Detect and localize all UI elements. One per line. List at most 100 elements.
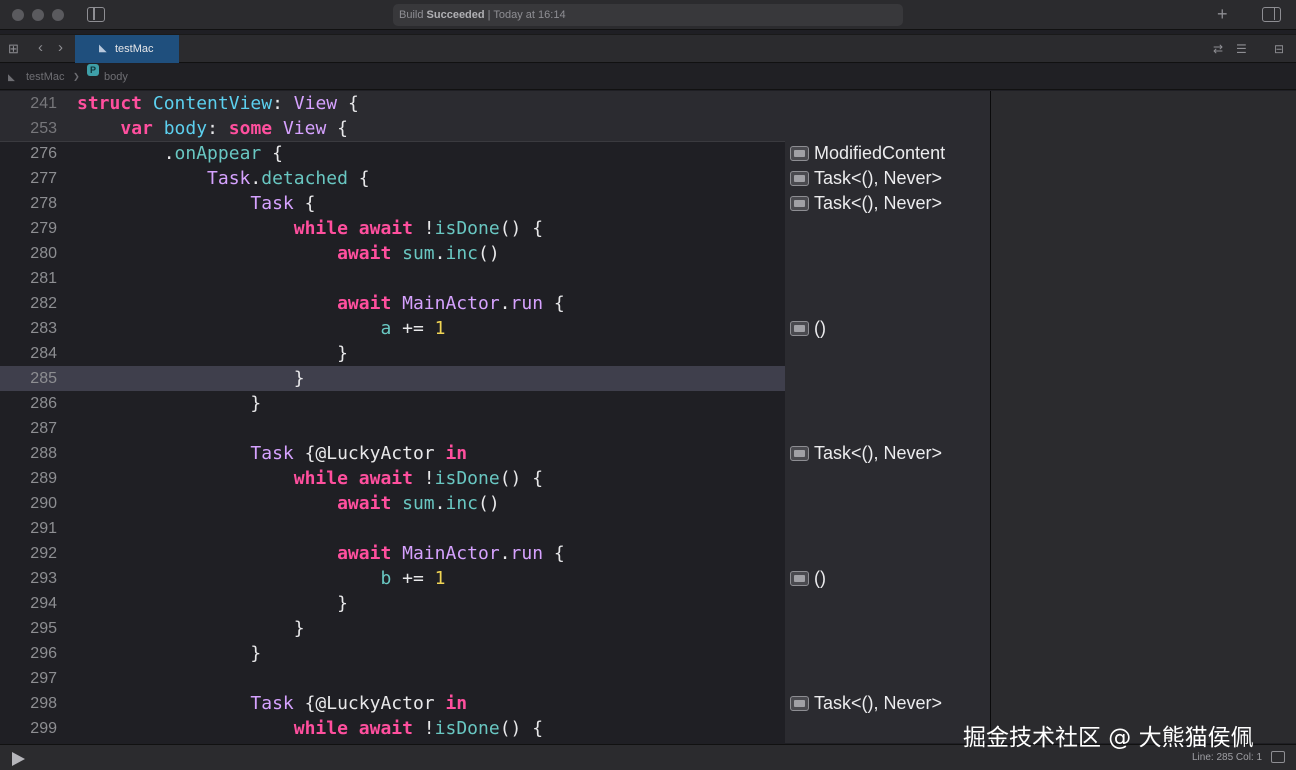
- line-number[interactable]: 290: [0, 491, 57, 516]
- sticky-line[interactable]: 253 var body: some View {: [0, 116, 990, 141]
- code-line[interactable]: 287: [0, 416, 785, 441]
- close-window-button[interactable]: [12, 9, 24, 21]
- line-number[interactable]: 298: [0, 691, 57, 716]
- inspector-toggle-icon[interactable]: [1262, 7, 1281, 22]
- code-token: in: [445, 693, 468, 714]
- line-number[interactable]: 289: [0, 466, 57, 491]
- code-line[interactable]: 298 Task {@LuckyActor in: [0, 691, 785, 716]
- line-number[interactable]: 276: [0, 141, 57, 166]
- code-token: 1: [434, 568, 446, 589]
- result-preview-icon[interactable]: [790, 171, 809, 186]
- line-number[interactable]: 297: [0, 666, 57, 691]
- code-line[interactable]: 291: [0, 516, 785, 541]
- line-number[interactable]: 281: [0, 266, 57, 291]
- code-token: () {: [499, 218, 544, 239]
- result-value: ModifiedContent: [814, 143, 946, 163]
- zoom-window-button[interactable]: [52, 9, 64, 21]
- line-number[interactable]: 285: [0, 366, 57, 391]
- code-line[interactable]: 299 while await !isDone() {: [0, 716, 785, 741]
- result-preview-icon[interactable]: [790, 146, 809, 161]
- title-bar: Build Succeeded | Today at 16:14 +: [0, 0, 1296, 30]
- code-line[interactable]: 280 await sum.inc(): [0, 241, 785, 266]
- code-line[interactable]: 241 struct ContentView: View {: [0, 91, 785, 116]
- code-line[interactable]: 297: [0, 666, 785, 691]
- line-number[interactable]: 284: [0, 341, 57, 366]
- code-line[interactable]: 285 }: [0, 366, 785, 391]
- line-number[interactable]: 288: [0, 441, 57, 466]
- line-number[interactable]: 291: [0, 516, 57, 541]
- line-code: await MainActor.run {: [77, 541, 565, 566]
- code-line[interactable]: 284 }: [0, 341, 785, 366]
- line-number[interactable]: 287: [0, 416, 57, 441]
- line-number[interactable]: 295: [0, 616, 57, 641]
- split-editor-icon[interactable]: ⊟: [1274, 42, 1284, 56]
- play-icon[interactable]: [12, 752, 25, 766]
- code-token: (): [478, 243, 500, 264]
- code-line[interactable]: 278 Task {: [0, 191, 785, 216]
- result-preview-icon[interactable]: [790, 446, 809, 461]
- add-icon[interactable]: +: [1217, 5, 1228, 23]
- code-token: inc: [445, 493, 478, 514]
- line-number[interactable]: 280: [0, 241, 57, 266]
- line-number[interactable]: 253: [0, 116, 57, 141]
- line-number[interactable]: 292: [0, 541, 57, 566]
- code-token: +=: [391, 318, 435, 339]
- code-line[interactable]: 289 while await !isDone() {: [0, 466, 785, 491]
- code-line[interactable]: 277 Task.detached {: [0, 166, 785, 191]
- line-number[interactable]: 241: [0, 91, 57, 116]
- result-preview-icon[interactable]: [790, 571, 809, 586]
- code-line[interactable]: 296 }: [0, 641, 785, 666]
- code-line[interactable]: 281: [0, 266, 785, 291]
- code-line[interactable]: 290 await sum.inc(): [0, 491, 785, 516]
- result-preview-icon[interactable]: [790, 696, 809, 711]
- code-line[interactable]: 295 }: [0, 616, 785, 641]
- breadcrumb-symbol[interactable]: body: [104, 64, 128, 90]
- line-number[interactable]: 283: [0, 316, 57, 341]
- code-editor[interactable]: 276 .onAppear {277 Task.detached {278 Ta…: [0, 91, 785, 743]
- code-token: inc: [445, 243, 478, 264]
- line-number[interactable]: 279: [0, 216, 57, 241]
- code-line[interactable]: 253 var body: some View {: [0, 116, 785, 141]
- result-preview-icon[interactable]: [790, 321, 809, 336]
- code-token: sum: [402, 243, 435, 264]
- line-number[interactable]: 299: [0, 716, 57, 741]
- code-token: {: [293, 193, 316, 214]
- code-line[interactable]: 293 b += 1: [0, 566, 785, 591]
- code-token: {: [261, 143, 283, 164]
- line-number[interactable]: 293: [0, 566, 57, 591]
- back-icon[interactable]: ‹: [38, 40, 43, 55]
- minimize-window-button[interactable]: [32, 9, 44, 21]
- line-number[interactable]: 277: [0, 166, 57, 191]
- code-line[interactable]: 294 }: [0, 591, 785, 616]
- tab-testmac[interactable]: ◣ testMac: [75, 35, 179, 63]
- line-number[interactable]: 296: [0, 641, 57, 666]
- console-toggle-icon[interactable]: [1271, 751, 1285, 763]
- forward-icon[interactable]: ›: [58, 40, 63, 55]
- code-line[interactable]: 292 await MainActor.run {: [0, 541, 785, 566]
- code-line[interactable]: 283 a += 1: [0, 316, 785, 341]
- code-line[interactable]: 279 while await !isDone() {: [0, 216, 785, 241]
- code-line[interactable]: 288 Task {@LuckyActor in: [0, 441, 785, 466]
- result-preview-icon[interactable]: [790, 196, 809, 211]
- editor-divider[interactable]: [990, 91, 991, 743]
- editor-options-icon[interactable]: ☰: [1236, 42, 1247, 56]
- refresh-icon[interactable]: ⇄: [1213, 42, 1223, 56]
- breadcrumb-project[interactable]: testMac: [26, 64, 65, 90]
- grid-icon[interactable]: ⊞: [8, 42, 19, 56]
- code-line[interactable]: 276 .onAppear {: [0, 141, 785, 166]
- sticky-line[interactable]: 241 struct ContentView: View {: [0, 91, 990, 116]
- line-number[interactable]: 286: [0, 391, 57, 416]
- line-number[interactable]: 278: [0, 191, 57, 216]
- line-number[interactable]: 282: [0, 291, 57, 316]
- code-line[interactable]: 286 }: [0, 391, 785, 416]
- line-number[interactable]: 294: [0, 591, 57, 616]
- code-token: isDone: [434, 718, 500, 739]
- sidebar-toggle-icon[interactable]: [87, 7, 105, 22]
- code-line[interactable]: 282 await MainActor.run {: [0, 291, 785, 316]
- line-code: while await !isDone() {: [77, 716, 543, 741]
